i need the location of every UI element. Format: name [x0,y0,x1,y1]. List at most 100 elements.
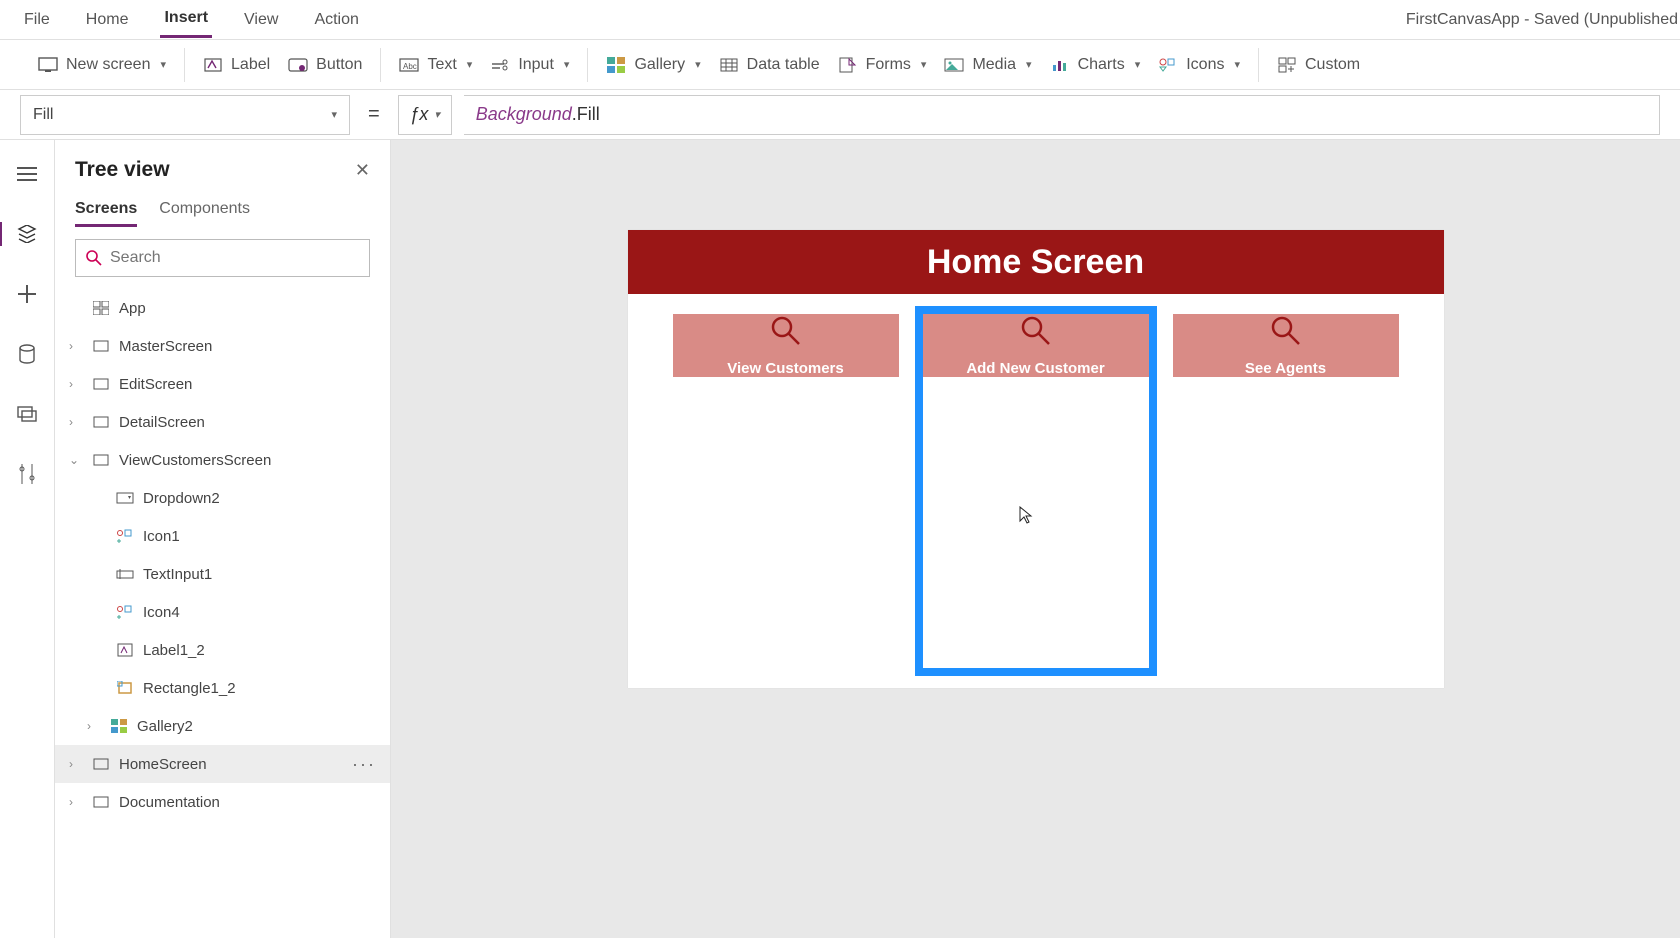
fx-button[interactable]: ƒx ▾ [398,95,452,135]
icons-icon [1158,55,1178,75]
tree-node-label: TextInput1 [143,566,212,583]
icon-icon [115,528,135,544]
close-icon[interactable]: ✕ [355,160,370,181]
chevron-down-icon: ▾ [1026,58,1032,71]
svg-text:Abc: Abc [403,62,417,71]
menu-view[interactable]: View [240,3,282,37]
insert-button[interactable] [13,280,41,308]
data-table-label: Data table [747,56,820,74]
tree-node-label: ViewCustomersScreen [119,452,271,469]
button-button[interactable]: Button [288,55,362,75]
charts-icon [1050,55,1070,75]
menu-file[interactable]: File [20,3,54,37]
chevron-down-icon[interactable]: ⌄ [69,453,83,467]
gallery-button[interactable]: Gallery ▾ [606,55,700,75]
custom-button[interactable]: Custom [1277,55,1360,75]
app-canvas[interactable]: Home Screen View Customers [628,230,1444,688]
tab-components[interactable]: Components [159,194,250,227]
chevron-down-icon: ▾ [695,58,701,71]
formula-identifier: Background [476,104,572,125]
media-button[interactable]: Media ▾ [944,55,1031,75]
tree-node-label: Dropdown2 [143,490,220,507]
tree-node-homescreen[interactable]: › HomeScreen ··· [55,745,390,783]
new-screen-label: New screen [66,56,150,74]
tree-view-button[interactable] [13,220,41,248]
input-icon [490,55,510,75]
canvas-header[interactable]: Home Screen [628,230,1444,294]
rectangle-icon [115,680,135,696]
tree-node-label: Icon4 [143,604,180,621]
chevron-right-icon[interactable]: › [87,719,101,733]
property-selector[interactable]: Fill ▾ [20,95,350,135]
tree-node-documentation[interactable]: › Documentation [55,783,390,821]
menu-action[interactable]: Action [310,3,362,37]
screen-icon [91,376,111,392]
icon-icon [115,604,135,620]
advanced-tools-button[interactable] [13,460,41,488]
formula-input[interactable]: Background.Fill [464,95,1660,135]
tree-node-rectangle1-2[interactable]: Rectangle1_2 [55,669,390,707]
icons-button[interactable]: Icons ▾ [1158,55,1240,75]
chevron-right-icon[interactable]: › [69,795,83,809]
tree-node-label: MasterScreen [119,338,212,355]
app-icon [91,300,111,316]
chevron-right-icon[interactable]: › [69,377,83,391]
chevron-right-icon[interactable]: › [69,757,83,771]
card-view-customers[interactable]: View Customers [673,314,899,668]
forms-button[interactable]: Forms ▾ [838,55,927,75]
more-icon[interactable]: ··· [352,754,376,775]
text-icon: Abc [399,55,419,75]
tree-node-label: EditScreen [119,376,192,393]
chevron-right-icon[interactable]: › [69,339,83,353]
menu-home[interactable]: Home [82,3,133,37]
tree-view-title: Tree view [75,158,170,182]
tree-node-label: App [119,300,146,317]
hamburger-button[interactable] [13,160,41,188]
tree-node-label: DetailScreen [119,414,205,431]
forms-icon [838,55,858,75]
tab-screens[interactable]: Screens [75,194,137,227]
screen-icon [91,756,111,772]
screen-icon [91,338,111,354]
tree-node-masterscreen[interactable]: › MasterScreen [55,327,390,365]
card-see-agents[interactable]: See Agents [1173,314,1399,668]
chevron-down-icon: ▾ [434,108,440,121]
chevron-right-icon[interactable]: › [69,415,83,429]
tree-node-textinput1[interactable]: TextInput1 [55,555,390,593]
data-button[interactable] [13,340,41,368]
tree-node-app[interactable]: App [55,289,390,327]
charts-button[interactable]: Charts ▾ [1050,55,1141,75]
tree-node-detailscreen[interactable]: › DetailScreen [55,403,390,441]
card-label: Add New Customer [966,360,1104,377]
text-button[interactable]: Abc Text ▾ [399,55,472,75]
tree-node-icon4[interactable]: Icon4 [55,593,390,631]
tree-node-label: Documentation [119,794,220,811]
tree-list: App › MasterScreen › EditScreen › Detail… [55,289,390,938]
chevron-down-icon: ▾ [467,58,473,71]
ribbon: New screen ▾ Label Button Abc Text ▾ [0,40,1680,90]
tree-node-dropdown2[interactable]: Dropdown2 [55,479,390,517]
app-title: FirstCanvasApp - Saved (Unpublished [1406,11,1680,29]
search-field[interactable] [110,249,359,267]
button-icon [288,55,308,75]
tree-node-icon1[interactable]: Icon1 [55,517,390,555]
card-label: See Agents [1245,360,1326,377]
card-add-new-customer[interactable]: Add New Customer [923,314,1149,668]
menu-insert[interactable]: Insert [160,1,212,38]
data-table-button[interactable]: Data table [719,55,820,75]
forms-label: Forms [866,56,911,74]
tree-node-editscreen[interactable]: › EditScreen [55,365,390,403]
input-button[interactable]: Input ▾ [490,55,569,75]
search-icon [86,250,102,266]
label-button[interactable]: Label [203,55,270,75]
search-input[interactable] [75,239,370,277]
tree-node-label1-2[interactable]: Label1_2 [55,631,390,669]
media-button[interactable] [13,400,41,428]
tree-node-viewcustomersscreen[interactable]: ⌄ ViewCustomersScreen [55,441,390,479]
screen-icon [91,794,111,810]
new-screen-button[interactable]: New screen ▾ [38,55,166,75]
screen-icon [38,55,58,75]
label-icon [115,642,135,658]
media-icon [944,55,964,75]
tree-node-gallery2[interactable]: › Gallery2 [55,707,390,745]
